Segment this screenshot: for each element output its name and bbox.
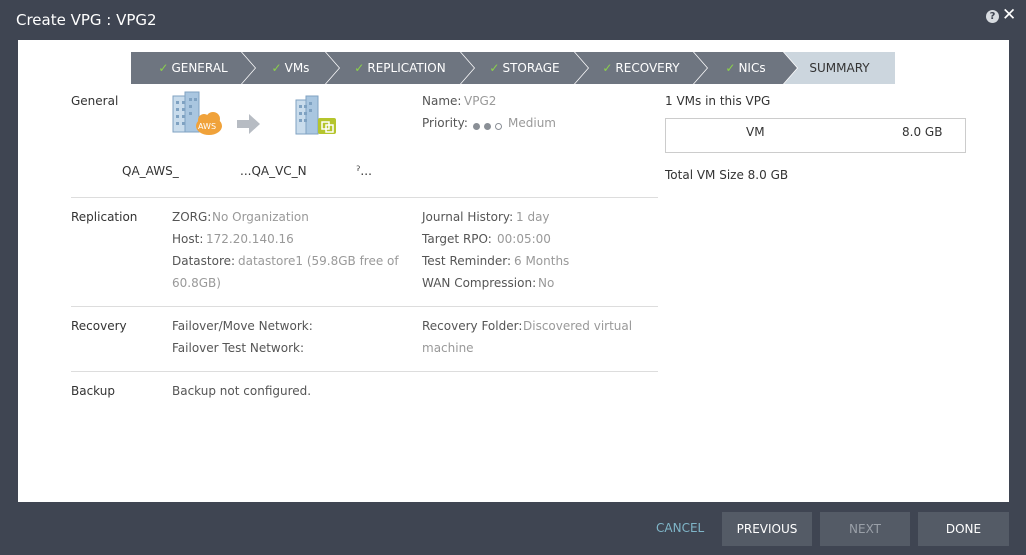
checkmark-icon: ✓ xyxy=(602,61,613,75)
step-label: VMs xyxy=(284,61,310,75)
checkmark-icon: ✓ xyxy=(158,61,169,75)
target-site-name: ...QA_VC_N xyxy=(240,164,307,178)
section-divider xyxy=(71,371,658,372)
next-button[interactable]: NEXT xyxy=(820,512,910,546)
recovery-folder-label: Recovery Folder: xyxy=(422,319,523,333)
step-label: REPLICATION xyxy=(367,61,446,75)
test-reminder-label: Test Reminder: xyxy=(422,254,512,268)
target-rpo-label: Target RPO: xyxy=(422,232,492,246)
test-reminder-value: 6 Months xyxy=(514,254,570,268)
checkmark-icon: ✓ xyxy=(271,61,282,75)
wan-compression-value: No xyxy=(538,276,555,290)
failover-test-network-label: Failover Test Network: xyxy=(172,341,304,355)
section-divider xyxy=(71,197,658,198)
wizard-panel: ✓ GENERAL ✓ VMs ✓ REPLICATION ✓ STORAGE ✓ REC… xyxy=(18,40,1009,502)
target-rpo-value: 00:05:00 xyxy=(497,232,551,246)
vcenter-site-icon xyxy=(295,95,336,135)
cancel-button[interactable]: CANCEL xyxy=(656,521,704,535)
zorg-value: No Organization xyxy=(212,210,309,224)
step-label: NICs xyxy=(738,61,766,75)
window-titlebar: Create VPG : VPG2 ? ✕ xyxy=(0,0,1026,40)
recovery-folder-value-cont: machine xyxy=(422,341,474,355)
window-title: Create VPG : VPG2 xyxy=(16,11,157,29)
recovery-folder-value: Discovered virtual xyxy=(523,319,633,333)
general-section-title: General xyxy=(71,94,119,108)
step-label: STORAGE xyxy=(502,61,560,75)
arrow-right-icon xyxy=(237,114,260,134)
journal-history-label: Journal History: xyxy=(422,210,514,224)
checkmark-icon: ✓ xyxy=(489,61,500,75)
priority-dots xyxy=(473,119,502,133)
previous-button[interactable]: PREVIOUS xyxy=(722,512,812,546)
section-divider xyxy=(71,306,658,307)
target-site-extra: ˀ... xyxy=(356,164,372,178)
recovery-section-title: Recovery xyxy=(71,319,127,333)
wan-compression-label: WAN Compression: xyxy=(422,276,537,290)
host-value: 172.20.140.16 xyxy=(206,232,294,246)
name-value: VPG2 xyxy=(464,94,497,108)
help-icon[interactable]: ? xyxy=(986,10,999,23)
total-vm-size: Total VM Size 8.0 GB xyxy=(665,168,789,182)
step-storage[interactable]: ✓ STORAGE xyxy=(461,52,588,84)
vm-table: VM 8.0 GB xyxy=(665,118,966,153)
step-summary[interactable]: SUMMARY xyxy=(784,52,895,84)
datastore-value-cont: 60.8GB) xyxy=(172,276,221,290)
name-label: Name: xyxy=(422,94,462,108)
step-recovery[interactable]: ✓ RECOVERY xyxy=(575,52,707,84)
replication-section-title: Replication xyxy=(71,210,138,224)
datastore-value: datastore1 (59.8GB free of xyxy=(238,254,399,268)
step-nics[interactable]: ✓ NICs xyxy=(694,52,797,84)
close-icon[interactable]: ✕ xyxy=(1002,6,1016,24)
step-label: GENERAL xyxy=(171,61,228,75)
step-replication[interactable]: ✓ REPLICATION xyxy=(326,52,474,84)
step-vms[interactable]: ✓ VMs xyxy=(242,52,339,84)
step-general[interactable]: ✓ GENERAL xyxy=(131,52,255,84)
vms-heading: 1 VMs in this VPG xyxy=(665,94,771,108)
checkmark-icon: ✓ xyxy=(354,61,365,75)
journal-history-value: 1 day xyxy=(516,210,550,224)
vm-size: 8.0 GB xyxy=(902,125,943,139)
host-label: Host: xyxy=(172,232,204,246)
backup-status: Backup not configured. xyxy=(172,384,312,398)
done-button[interactable]: DONE xyxy=(918,512,1009,546)
failover-network-label: Failover/Move Network: xyxy=(172,319,313,333)
vm-name: VM xyxy=(746,125,765,139)
step-label: SUMMARY xyxy=(809,61,870,75)
priority-value: Medium xyxy=(508,116,556,130)
backup-section-title: Backup xyxy=(71,384,115,398)
source-site-name: QA_AWS_ xyxy=(122,164,179,178)
priority-label: Priority: xyxy=(422,116,468,130)
checkmark-icon: ✓ xyxy=(725,61,736,75)
aws-badge: AWS xyxy=(198,122,217,131)
step-label: RECOVERY xyxy=(615,61,680,75)
zorg-label: ZORG: xyxy=(172,210,212,224)
datastore-label: Datastore: xyxy=(172,254,236,268)
